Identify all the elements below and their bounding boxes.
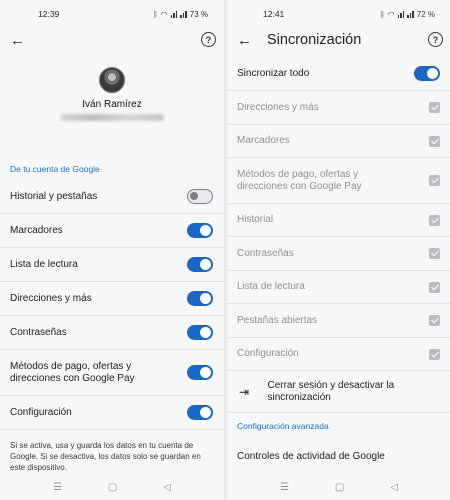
app-bar: ← ?	[0, 28, 224, 52]
status-bar: 12:39 ᛒ ◠ 73 %	[0, 0, 224, 28]
checkbox-checked-disabled	[429, 348, 440, 360]
row-contrasenas: Contraseñas	[227, 237, 450, 271]
wifi-icon: ◠	[160, 9, 168, 19]
signal-icon-2	[407, 10, 414, 18]
row-lista-lectura[interactable]: Lista de lectura	[0, 248, 224, 282]
checkbox-checked-disabled	[429, 248, 440, 259]
signal-icon	[397, 10, 405, 18]
bluetooth-icon: ᛒ	[379, 9, 385, 19]
toggle-switch[interactable]	[414, 66, 440, 81]
back-triangle-icon[interactable]: ◁	[390, 482, 398, 493]
account-sync-screen: 12:39 ᛒ ◠ 73 % ← ? Iván Ramírez De tu cu…	[0, 0, 224, 500]
back-triangle-icon[interactable]: ◁	[163, 482, 171, 493]
row-direcciones: Direcciones y más	[227, 91, 450, 125]
toggle-switch[interactable]	[187, 405, 213, 420]
toggle-switch[interactable]	[187, 365, 213, 380]
checkbox-checked-disabled	[429, 135, 440, 147]
status-time: 12:39	[38, 9, 60, 19]
row-historial-pestanas[interactable]: Historial y pestañas	[0, 180, 224, 214]
page-title: Sincronización	[267, 32, 362, 48]
split-screenshot: 12:39 ᛒ ◠ 73 % ← ? Iván Ramírez De tu cu…	[0, 0, 450, 500]
signal-icon-2	[180, 10, 187, 18]
home-icon[interactable]: ▢	[108, 482, 117, 493]
help-circle-icon[interactable]: ?	[428, 32, 443, 47]
sync-note: Si se activa, usa y guarda los datos en …	[10, 441, 201, 472]
checkbox-checked-disabled	[429, 315, 440, 326]
signout-label: Cerrar sesión y desactivar la sincroniza…	[267, 379, 395, 403]
checkbox-checked-disabled	[429, 175, 440, 186]
activity-controls-link[interactable]: Controles de actividad de Google	[227, 439, 450, 473]
row-configuracion: Configuración	[227, 338, 450, 371]
row-contrasenas[interactable]: Contraseñas	[0, 316, 224, 350]
arrow-left-icon[interactable]: ←	[237, 33, 255, 48]
row-pestanas-abiertas: Pestañas abiertas	[227, 304, 450, 338]
row-lista-lectura: Lista de lectura	[227, 271, 450, 304]
profile-header: Iván Ramírez	[0, 52, 224, 158]
row-configuracion[interactable]: Configuración	[0, 396, 224, 430]
section-header: De tu cuenta de Google	[10, 164, 100, 174]
row-direcciones[interactable]: Direcciones y más	[0, 282, 224, 316]
app-bar: ← Sincronización ?	[227, 28, 450, 52]
advanced-header: Configuración avanzada	[237, 421, 329, 431]
checkbox-checked-disabled	[429, 214, 440, 226]
sync-settings-screen: 12:41 ᛒ ◠ 72 % ← Sincronización ? Sincro…	[227, 0, 450, 500]
status-icons: ᛒ ◠ 73 %	[153, 10, 208, 19]
profile-name: Iván Ramírez	[82, 99, 142, 110]
wifi-icon: ◠	[387, 9, 395, 19]
status-icons: ᛒ ◠ 72 %	[380, 10, 435, 19]
battery-level: 73 %	[189, 9, 208, 19]
menu-icon[interactable]: ☰	[53, 482, 62, 493]
arrow-left-icon[interactable]: ←	[10, 33, 28, 48]
toggle-switch[interactable]	[187, 291, 213, 306]
signal-icon	[170, 10, 178, 18]
menu-icon[interactable]: ☰	[280, 482, 289, 493]
logout-icon: ⇥	[239, 384, 250, 399]
toggle-switch[interactable]	[187, 189, 213, 204]
toggle-switch[interactable]	[187, 223, 213, 238]
battery-level: 72 %	[416, 9, 435, 19]
row-metodos-pago[interactable]: Métodos de pago, ofertas y direcciones c…	[0, 350, 224, 396]
status-time: 12:41	[263, 9, 285, 19]
checkbox-checked-disabled	[429, 102, 440, 113]
status-bar: 12:41 ᛒ ◠ 72 %	[227, 0, 450, 28]
row-marcadores[interactable]: Marcadores	[0, 214, 224, 248]
nav-bar: ☰ ▢ ◁	[0, 474, 224, 500]
avatar	[99, 67, 125, 93]
home-icon[interactable]: ▢	[335, 482, 344, 493]
row-historial: Historial	[227, 204, 450, 237]
help-circle-icon[interactable]: ?	[201, 32, 216, 47]
row-sync-all[interactable]: Sincronizar todo	[227, 57, 450, 91]
row-metodos-pago: Métodos de pago, ofertas y direcciones c…	[227, 158, 450, 204]
signout-button[interactable]: ⇥ Cerrar sesión y desactivar la sincroni…	[227, 371, 450, 413]
profile-email-blurred	[60, 114, 164, 121]
toggle-switch[interactable]	[187, 325, 213, 340]
toggle-switch[interactable]	[187, 257, 213, 272]
checkbox-checked-disabled	[429, 281, 440, 293]
row-marcadores: Marcadores	[227, 125, 450, 158]
bluetooth-icon: ᛒ	[152, 9, 158, 19]
nav-bar: ☰ ▢ ◁	[227, 474, 450, 500]
